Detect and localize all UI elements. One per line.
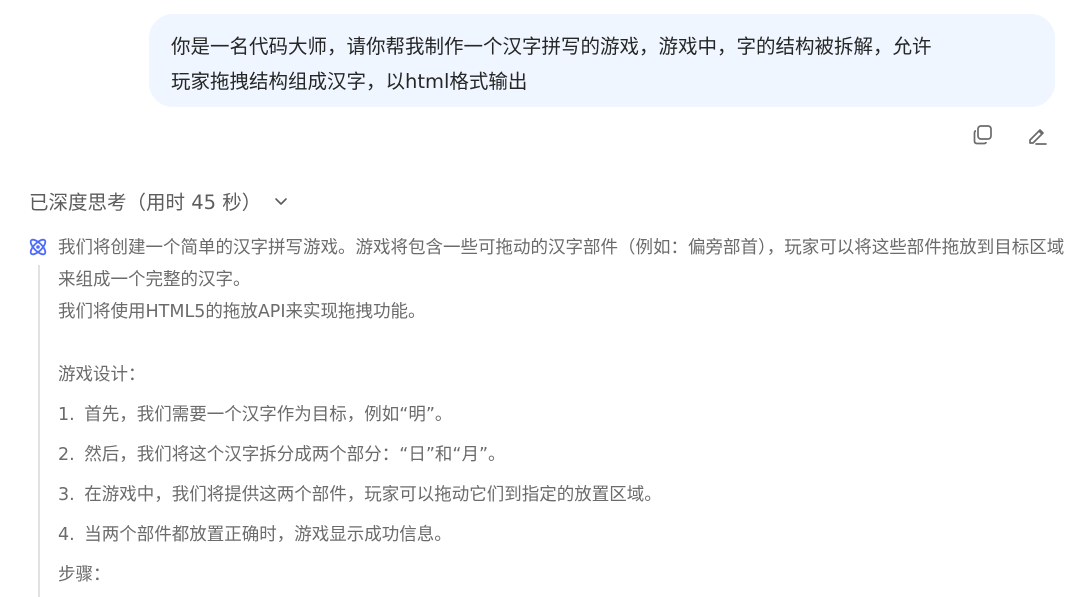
list-item: 1. 首先，我们需要一个汉字作为目标，例如“明”。 xyxy=(58,405,453,425)
thinking-paragraph: 我们将使用HTML5的拖放API来实现拖拽功能。 xyxy=(58,302,426,322)
steps-title: 步骤： xyxy=(58,565,111,585)
user-message-bubble: 你是一名代码大师，请你帮我制作一个汉字拼写的游戏，游戏中，字的结构被拆解，允许 … xyxy=(149,14,1055,107)
thinking-toggle[interactable]: 已深度思考（用时 45 秒） xyxy=(29,186,289,215)
user-message-line: 玩家拖拽结构组成汉字，以html格式输出 xyxy=(171,70,528,93)
thinking-rule xyxy=(38,265,40,597)
thinking-paragraph: 我们将创建一个简单的汉字拼写游戏。游戏将包含一些可拖动的汉字部件（例如：偏旁部首… xyxy=(58,238,1065,290)
deep-think-icon xyxy=(29,238,47,256)
thinking-label: 已深度思考（用时 45 秒） xyxy=(29,191,262,214)
design-title: 游戏设计： xyxy=(58,365,146,385)
user-message-line: 你是一名代码大师，请你帮我制作一个汉字拼写的游戏，游戏中，字的结构被拆解，允许 xyxy=(171,35,932,58)
list-item: 2. 然后，我们将这个汉字拆分成两个部分：“日”和“月”。 xyxy=(58,445,506,465)
list-item: 4. 当两个部件都放置正确时，游戏显示成功信息。 xyxy=(58,525,452,545)
copy-icon xyxy=(973,125,992,145)
design-steps: 1. 首先，我们需要一个汉字作为目标，例如“明”。 2. 然后，我们将这个汉字拆… xyxy=(58,400,1068,550)
thinking-content: 我们将创建一个简单的汉字拼写游戏。游戏将包含一些可拖动的汉字部件（例如：偏旁部首… xyxy=(58,232,1068,590)
message-actions xyxy=(970,122,1050,148)
chevron-down-icon xyxy=(275,197,288,205)
list-item: 3. 在游戏中，我们将提供这两个部件，玩家可以拖动它们到指定的放置区域。 xyxy=(58,485,662,505)
copy-button[interactable] xyxy=(970,122,996,148)
edit-icon xyxy=(1029,129,1047,145)
edit-button[interactable] xyxy=(1024,122,1050,148)
